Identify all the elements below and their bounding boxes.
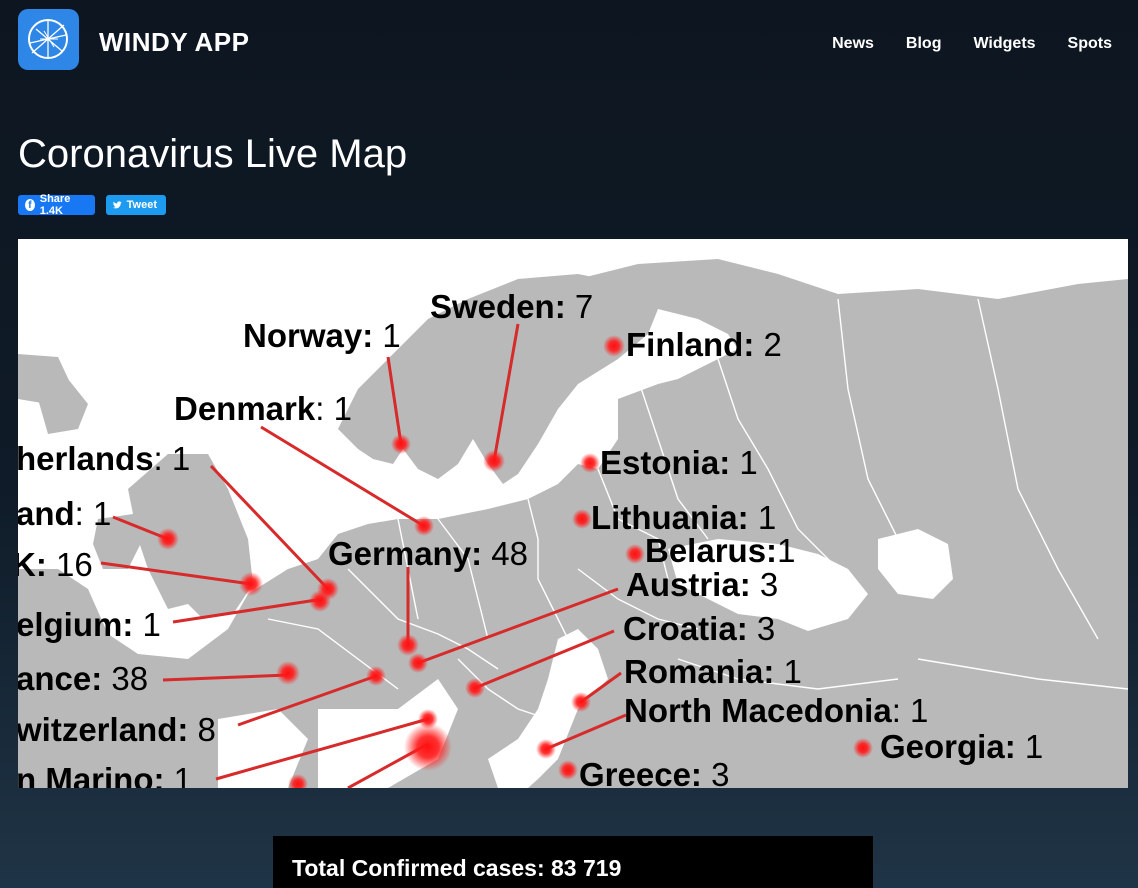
marker-norway[interactable] — [391, 434, 411, 454]
brand-name[interactable]: WINDY APP — [99, 27, 249, 58]
marker-north-macedonia[interactable] — [536, 739, 556, 759]
land-masses — [18, 259, 1128, 788]
marker-georgia[interactable] — [853, 738, 873, 758]
label-ireland: and: 1 — [18, 495, 111, 532]
windy-logo[interactable] — [18, 9, 79, 70]
marker-sweden[interactable] — [483, 450, 505, 472]
label-netherlands: herlands: 1 — [18, 440, 190, 477]
main-nav: News Blog Widgets Spots — [832, 35, 1112, 53]
marker-belgium[interactable] — [309, 590, 331, 612]
nav-blog[interactable]: Blog — [906, 35, 942, 53]
marker-croatia[interactable] — [465, 678, 485, 698]
marker-romania[interactable] — [571, 692, 591, 712]
page-title: Coronavirus Live Map — [18, 132, 408, 176]
marker-austria[interactable] — [408, 653, 428, 673]
marker-belarus[interactable] — [625, 544, 645, 564]
nav-spots[interactable]: Spots — [1068, 35, 1112, 53]
total-confirmed-cases: Total Confirmed cases: 83 719 — [273, 836, 873, 888]
coronavirus-map[interactable]: Sweden: 7 Norway: 1 Finland: 2 Denmark: … — [18, 239, 1128, 788]
marker-ireland[interactable] — [157, 528, 179, 550]
nav-news[interactable]: News — [832, 35, 874, 53]
twitter-bird-icon — [113, 201, 122, 209]
label-sweden: Sweden: 7 — [430, 288, 593, 325]
label-georgia: Georgia: 1 — [880, 728, 1043, 765]
label-austria: Austria: 3 — [626, 566, 778, 603]
label-belgium: elgium: 1 — [18, 606, 161, 643]
marker-estonia[interactable] — [580, 453, 600, 473]
label-denmark: Denmark: 1 — [174, 390, 352, 427]
marker-finland[interactable] — [603, 335, 625, 357]
label-croatia: Croatia: 3 — [623, 610, 775, 647]
marker-italy[interactable] — [404, 723, 452, 771]
nav-widgets[interactable]: Widgets — [973, 35, 1035, 53]
label-belarus: Belarus:1 — [645, 532, 795, 569]
label-germany: Germany: 48 — [328, 535, 528, 572]
marker-germany[interactable] — [397, 634, 419, 656]
label-north-macedonia: North Macedonia: 1 — [624, 692, 928, 729]
tweet-button[interactable]: Tweet — [106, 195, 166, 215]
label-greece: Greece: 3 — [579, 756, 729, 788]
label-france: ance: 38 — [18, 660, 148, 697]
label-romania: Romania: 1 — [624, 653, 802, 690]
tweet-label: Tweet — [126, 199, 157, 211]
marker-lithuania[interactable] — [572, 509, 592, 529]
marker-uk[interactable] — [239, 572, 263, 596]
share-buttons: f Share 1.4K Tweet — [18, 193, 166, 217]
facebook-share-label: Share 1.4K — [39, 193, 71, 217]
marker-greece[interactable] — [558, 760, 578, 780]
marker-denmark[interactable] — [414, 516, 434, 536]
marker-france[interactable] — [276, 661, 300, 685]
label-san-marino: n Marino: 1 — [18, 761, 192, 788]
label-finland: Finland: 2 — [626, 326, 782, 363]
label-uk: K: 16 — [18, 546, 93, 583]
label-norway: Norway: 1 — [243, 317, 401, 354]
label-estonia: Estonia: 1 — [600, 444, 758, 481]
facebook-icon: f — [25, 199, 35, 211]
europe-map: Sweden: 7 Norway: 1 Finland: 2 Denmark: … — [18, 259, 1128, 788]
windy-logo-icon — [28, 19, 68, 59]
marker-switzerland[interactable] — [366, 666, 386, 686]
label-lithuania: Lithuania: 1 — [591, 499, 776, 536]
label-switzerland: witzerland: 8 — [18, 711, 216, 748]
facebook-share-button[interactable]: f Share 1.4K — [18, 193, 95, 217]
